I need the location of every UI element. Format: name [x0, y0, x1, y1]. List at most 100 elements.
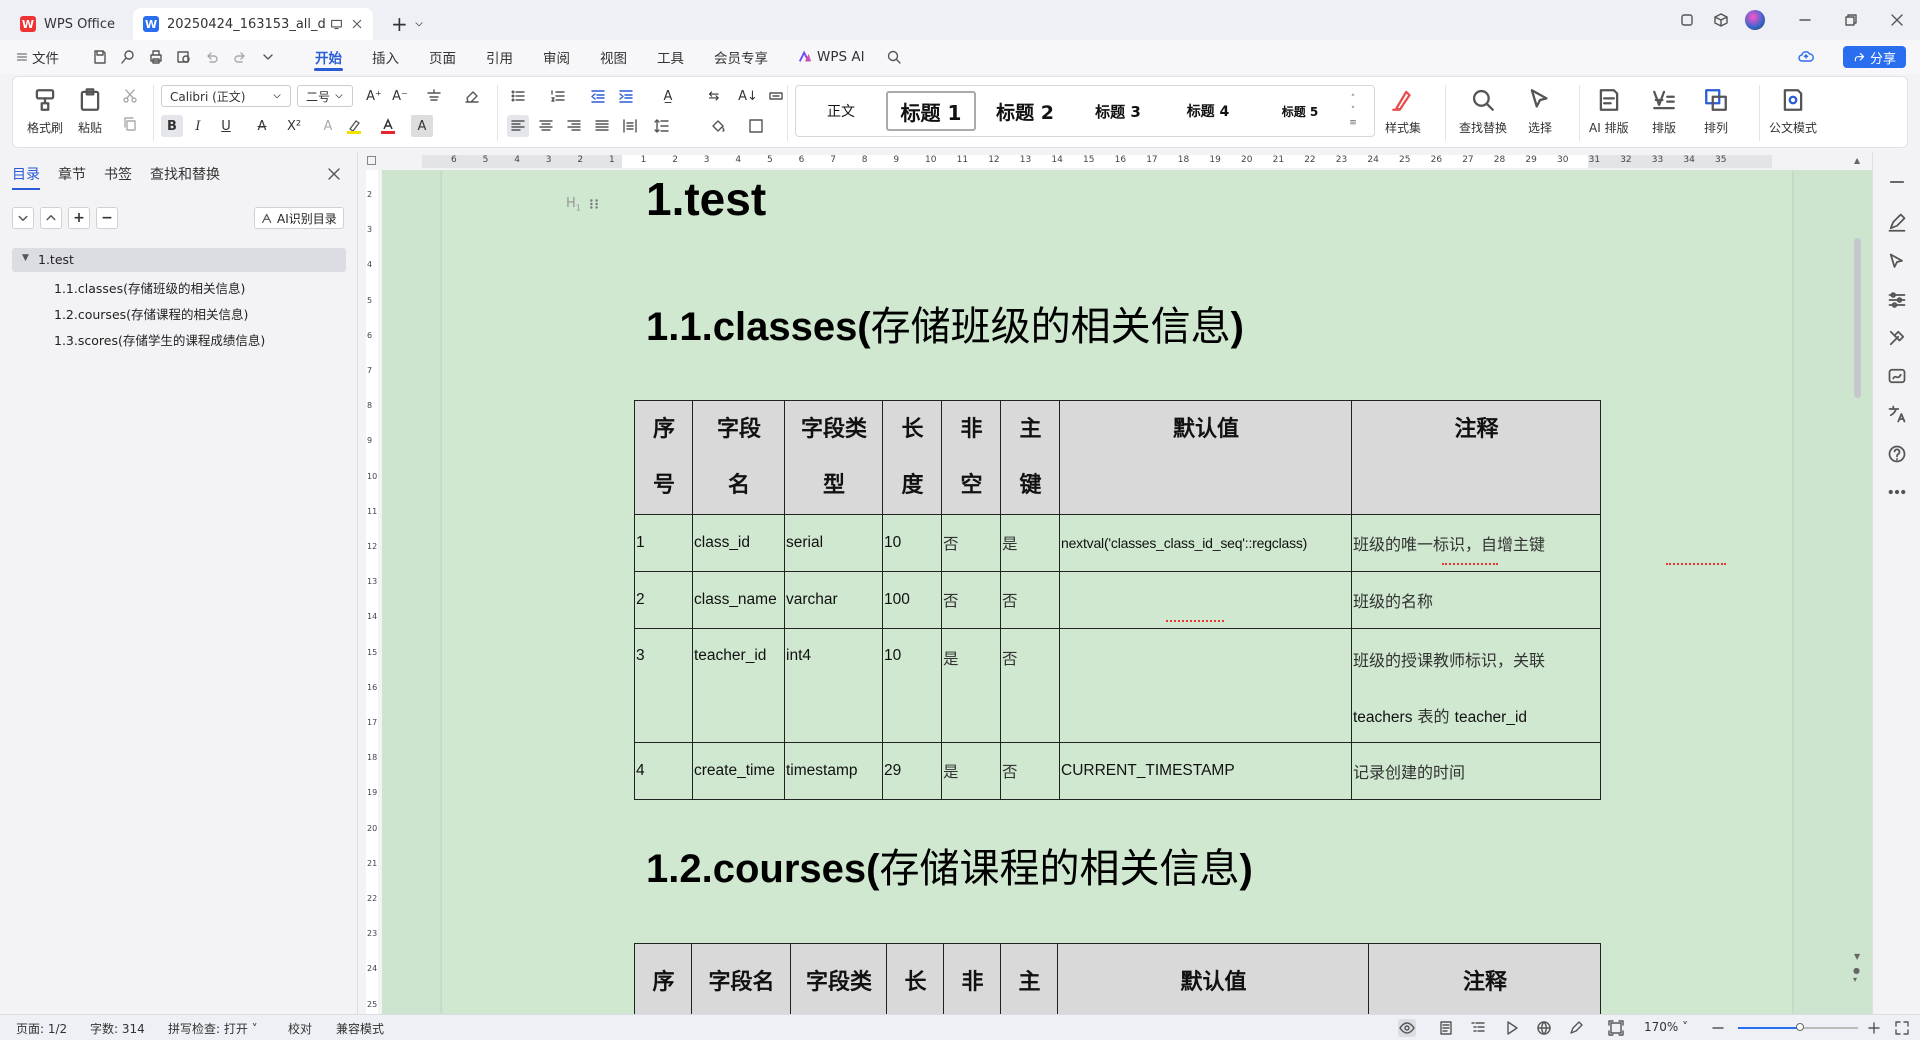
table-cell[interactable]: 否: [941, 571, 1001, 629]
arrange-button[interactable]: 排列: [1703, 87, 1729, 136]
table-cell[interactable]: 否: [941, 514, 1001, 572]
scroll-down-arrow[interactable]: ▼: [1854, 952, 1860, 961]
table-cell[interactable]: 2: [634, 571, 693, 629]
distribute-button[interactable]: [619, 115, 641, 137]
scroll-up-arrow[interactable]: ▲: [1854, 156, 1860, 165]
zoom-slider[interactable]: [1738, 1023, 1858, 1031]
zoom-in-icon[interactable]: [1866, 1020, 1882, 1036]
restore-button[interactable]: [1828, 0, 1874, 40]
remove-heading-button[interactable]: −: [96, 207, 118, 229]
chinese-layout-button[interactable]: A̲: [653, 85, 683, 107]
table-cell[interactable]: class_id: [692, 514, 785, 572]
table-cell[interactable]: CURRENT_TIMESTAMP: [1059, 742, 1352, 800]
search-button[interactable]: [880, 40, 908, 74]
find-replace-button[interactable]: 查找替换: [1459, 87, 1507, 136]
word-count[interactable]: 字数: 314: [90, 1020, 145, 1037]
page-count[interactable]: 页面: 1/2: [16, 1020, 67, 1037]
close-icon[interactable]: [326, 166, 342, 182]
copy-button[interactable]: [119, 113, 141, 135]
decrease-indent-button[interactable]: [587, 85, 609, 107]
table-cell[interactable]: 班级的授课教师标识，关联 teachers 表的 teacher_id: [1351, 628, 1601, 743]
ai-layout-button[interactable]: AI 排版: [1589, 87, 1629, 136]
heading-2[interactable]: 1.2.courses(存储课程的相关信息): [646, 836, 1253, 894]
cube-button[interactable]: [1704, 0, 1738, 40]
style-gallery-scroll[interactable]: ˄ ˅ ≡: [1346, 93, 1360, 129]
outline-view-icon[interactable]: [1470, 1020, 1486, 1036]
highlight-button[interactable]: [343, 115, 365, 137]
signature-icon[interactable]: [1887, 366, 1907, 386]
char-shading-button[interactable]: A: [411, 115, 433, 137]
table-cell[interactable]: 否: [1000, 742, 1060, 800]
tools-icon[interactable]: [1887, 328, 1907, 348]
minimize-button[interactable]: [1782, 0, 1828, 40]
style-normal[interactable]: 正文: [796, 91, 886, 131]
line-spacing-button[interactable]: [647, 115, 677, 137]
superscript-button[interactable]: X²: [283, 115, 305, 137]
tab-wps-ai[interactable]: WPS AI: [783, 40, 880, 74]
table-cell[interactable]: 否: [1000, 628, 1060, 743]
style-heading-5[interactable]: 标题 5: [1254, 91, 1346, 131]
table-cell[interactable]: int4: [784, 628, 883, 743]
heading-marker[interactable]: H1: [566, 196, 601, 213]
style-heading-1[interactable]: 标题 1: [886, 91, 976, 131]
tab-review[interactable]: 审阅: [528, 40, 585, 74]
table-cell[interactable]: 是: [941, 742, 1001, 800]
table-cell[interactable]: 100: [882, 571, 942, 629]
style-heading-4[interactable]: 标题 4: [1162, 91, 1254, 131]
quick-access-more[interactable]: [254, 40, 282, 74]
format-painter-button[interactable]: 格式刷: [27, 87, 63, 136]
play-icon[interactable]: [1504, 1020, 1520, 1036]
nav-tab-bookmarks[interactable]: 书签: [104, 164, 132, 184]
align-right-button[interactable]: [563, 115, 585, 137]
font-name-select[interactable]: Calibri (正文): [161, 85, 291, 107]
file-menu[interactable]: 文件: [0, 40, 74, 74]
table-cell[interactable]: serial: [784, 514, 883, 572]
table-cell[interactable]: 班级的名称: [1351, 571, 1601, 629]
zoom-out-icon[interactable]: [1710, 1020, 1726, 1036]
horizontal-ruler[interactable]: 6 5 4 3 2 1 1 2 3 4 5 6 7 8 9 10 11 12 13 14 15 16 17 18 19 20 21 2…: [362, 152, 1872, 170]
collapse-button[interactable]: [40, 207, 62, 229]
new-tab-button[interactable]: +: [381, 8, 434, 40]
window-layout-button[interactable]: [1670, 0, 1704, 40]
close-window-button[interactable]: [1874, 0, 1920, 40]
underline-button[interactable]: U: [215, 115, 237, 137]
tab-reference[interactable]: 引用: [471, 40, 528, 74]
table-row[interactable]: 2 class_name varchar 100 否 否 班级的名称: [634, 571, 1601, 629]
zoom-level[interactable]: 170% ˅: [1644, 1020, 1688, 1034]
translate-icon[interactable]: [1887, 404, 1907, 424]
eye-icon[interactable]: [1398, 1019, 1416, 1037]
cursor-icon[interactable]: [1887, 252, 1907, 272]
write-icon[interactable]: [1568, 1020, 1584, 1036]
phonetic-button[interactable]: [417, 85, 451, 107]
grow-font-button[interactable]: A⁺: [363, 85, 385, 107]
save-button[interactable]: [86, 40, 114, 74]
table-cell[interactable]: class_name: [692, 571, 785, 629]
show-marks-button[interactable]: [765, 85, 787, 107]
table-cell[interactable]: create_time: [692, 742, 785, 800]
text-effect-button[interactable]: A: [317, 115, 339, 137]
proofread-button[interactable]: 校对: [288, 1020, 312, 1037]
paste-button[interactable]: 粘贴: [77, 87, 103, 136]
bullets-button[interactable]: [507, 85, 529, 107]
align-center-button[interactable]: [535, 115, 557, 137]
search-doc-button[interactable]: [114, 40, 142, 74]
tab-insert[interactable]: 插入: [357, 40, 414, 74]
table-cell[interactable]: 记录创建的时间: [1351, 742, 1601, 800]
sort-button[interactable]: ⇆: [699, 85, 729, 107]
table-cell[interactable]: timestamp: [784, 742, 883, 800]
table-cell[interactable]: 否: [1000, 571, 1060, 629]
zoom-slider-thumb[interactable]: [1796, 1023, 1804, 1031]
toc-item[interactable]: 1.3.scores(存储学生的课程成绩信息): [54, 330, 265, 349]
table-cell[interactable]: 3: [634, 628, 693, 743]
ai-toc-button[interactable]: AI识别目录: [254, 207, 344, 229]
minus-icon[interactable]: [1887, 172, 1907, 192]
tab-document[interactable]: W 20250424_163153_all_db.d: [133, 8, 374, 40]
page-nav[interactable]: ● ▾: [1853, 966, 1860, 984]
bold-button[interactable]: B: [161, 115, 183, 137]
cloud-upload-button[interactable]: [1792, 40, 1820, 74]
spell-check-toggle[interactable]: 拼写检查: 打开 ˅: [168, 1020, 258, 1037]
expand-button[interactable]: [12, 207, 34, 229]
table-cell[interactable]: nextval('classes_class_id_seq'::regclass…: [1059, 514, 1352, 572]
tab-wps-office[interactable]: W WPS Office: [10, 8, 125, 40]
table-cell[interactable]: [1059, 628, 1352, 743]
